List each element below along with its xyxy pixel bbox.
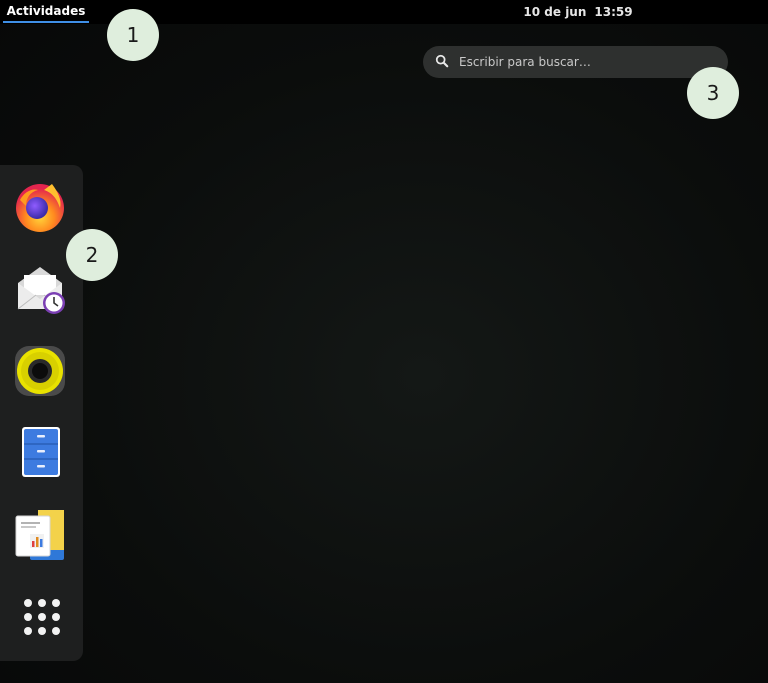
mail-clock-icon — [12, 261, 68, 321]
dash-item-rhythmbox[interactable] — [10, 343, 70, 403]
speaker-icon — [12, 343, 68, 403]
activities-button[interactable]: Actividades — [3, 0, 89, 23]
search-bar[interactable] — [423, 46, 728, 78]
callout-3: 3 — [687, 67, 739, 119]
search-icon — [435, 53, 449, 72]
firefox-icon — [12, 178, 68, 238]
clock-time: 13:59 — [594, 4, 633, 19]
dash-item-show-applications[interactable] — [10, 587, 70, 647]
dash-item-evolution-mail[interactable] — [10, 261, 70, 321]
search-input[interactable] — [457, 54, 711, 70]
dash-item-office-documents[interactable] — [10, 506, 70, 566]
file-cabinet-icon — [12, 424, 68, 484]
documents-icon — [12, 506, 68, 566]
dash-item-firefox[interactable] — [10, 178, 70, 238]
callout-2: 2 — [66, 229, 118, 281]
callout-1: 1 — [107, 9, 159, 61]
app-grid-icon — [12, 587, 68, 647]
clock-date: 10 de jun — [523, 4, 587, 19]
dash-item-files[interactable] — [10, 424, 70, 484]
clock[interactable]: 10 de jun 13:59 — [518, 0, 638, 23]
